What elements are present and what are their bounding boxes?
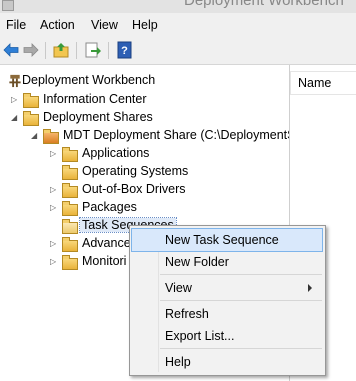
menu-bar: File Action View Help — [0, 13, 356, 37]
column-header-name[interactable]: Name — [290, 71, 356, 95]
menu-item-label: New Task Sequence — [165, 233, 279, 247]
tree-label: Packages — [82, 200, 137, 214]
packages-folder-icon — [61, 200, 78, 216]
task-sequences-folder-icon — [61, 218, 78, 234]
menu-item-new-folder[interactable]: New Folder — [132, 251, 322, 273]
tree-node-applications[interactable]: ▷ Applications — [50, 145, 280, 163]
information-center-icon — [22, 92, 39, 108]
menu-item-view[interactable]: View — [132, 277, 322, 299]
export-icon[interactable] — [84, 41, 102, 59]
tree-node-advanced-configuration[interactable]: ▷ Advance — [50, 235, 131, 253]
drivers-folder-icon — [61, 182, 78, 198]
tree-node-root[interactable]: Deployment Workbench — [0, 72, 276, 90]
monitoring-folder-icon — [61, 254, 78, 270]
folder-open-icon — [22, 110, 39, 126]
tree-node-monitoring[interactable]: ▷ Monitori — [50, 253, 130, 271]
menu-item-label: Help — [165, 355, 191, 369]
app-icon — [2, 0, 14, 11]
expand-icon[interactable]: ▷ — [50, 239, 58, 249]
toolbar: ? — [0, 37, 356, 65]
menu-item-label: View — [165, 281, 192, 295]
column-separator — [290, 72, 291, 94]
menu-separator — [160, 274, 322, 275]
svg-text:?: ? — [121, 45, 128, 57]
operating-systems-folder-icon — [61, 164, 78, 180]
menu-help[interactable]: Help — [132, 18, 158, 32]
menu-view[interactable]: View — [91, 18, 118, 32]
back-arrow-icon[interactable] — [2, 41, 20, 59]
tree-node-packages[interactable]: ▷ Packages — [50, 199, 280, 217]
menu-separator — [160, 348, 322, 349]
tree-label: Monitori — [82, 254, 127, 268]
tree-node-out-of-box-drivers[interactable]: ▷ Out-of-Box Drivers — [50, 181, 280, 199]
menu-item-label: Export List... — [165, 329, 235, 343]
tree-label: Out-of-Box Drivers — [82, 182, 186, 196]
tree-label: MDT Deployment Share (C:\DeploymentS — [63, 128, 296, 142]
workbench-icon — [9, 74, 21, 88]
menu-item-new-task-sequence[interactable]: New Task Sequence — [131, 228, 323, 252]
share-folder-icon — [42, 128, 59, 144]
applications-folder-icon — [61, 146, 78, 162]
toolbar-separator — [45, 42, 46, 59]
tree-node-operating-systems[interactable]: Operating Systems — [50, 163, 280, 181]
window-title: Deployment Workbench — [184, 0, 344, 9]
context-menu: New Task Sequence New Folder View Refres… — [129, 225, 326, 376]
advanced-folder-icon — [61, 236, 78, 252]
expand-icon[interactable]: ▷ — [50, 257, 58, 267]
menu-item-export-list[interactable]: Export List... — [132, 325, 322, 347]
column-label: Name — [298, 76, 332, 90]
tree-label: Deployment Shares — [43, 110, 153, 124]
menu-action[interactable]: Action — [40, 18, 75, 32]
title-bar: Deployment Workbench — [0, 0, 356, 13]
tree-node-mdt-deployment-share[interactable]: ◢ MDT Deployment Share (C:\DeploymentS — [31, 127, 296, 145]
tree-label: Advance — [82, 236, 131, 250]
collapse-icon[interactable]: ◢ — [31, 131, 39, 141]
tree-label: Information Center — [43, 92, 147, 106]
tree-label: Operating Systems — [82, 164, 189, 178]
expand-icon[interactable]: ▷ — [50, 185, 58, 195]
help-icon[interactable]: ? — [116, 41, 134, 59]
tree-label: Applications — [82, 146, 150, 160]
menu-separator — [160, 300, 322, 301]
menu-item-label: New Folder — [165, 255, 229, 269]
collapse-icon[interactable]: ◢ — [11, 113, 19, 123]
expand-icon[interactable]: ▷ — [50, 149, 58, 159]
menu-item-refresh[interactable]: Refresh — [132, 303, 322, 325]
tree-node-deployment-shares[interactable]: ◢ Deployment Shares — [11, 109, 281, 127]
up-folder-icon[interactable] — [52, 41, 70, 59]
forward-arrow-icon[interactable] — [22, 41, 40, 59]
menu-item-help[interactable]: Help — [132, 351, 322, 373]
tree-node-information-center[interactable]: ▷ Information Center — [11, 91, 281, 109]
menu-item-label: Refresh — [165, 307, 209, 321]
expand-icon[interactable]: ▷ — [50, 203, 58, 213]
toolbar-separator — [76, 42, 77, 59]
expand-icon[interactable]: ▷ — [11, 95, 19, 105]
tree-label: Deployment Workbench — [22, 73, 156, 87]
menu-file[interactable]: File — [6, 18, 26, 32]
submenu-arrow-icon — [308, 284, 312, 292]
toolbar-separator — [108, 42, 109, 59]
